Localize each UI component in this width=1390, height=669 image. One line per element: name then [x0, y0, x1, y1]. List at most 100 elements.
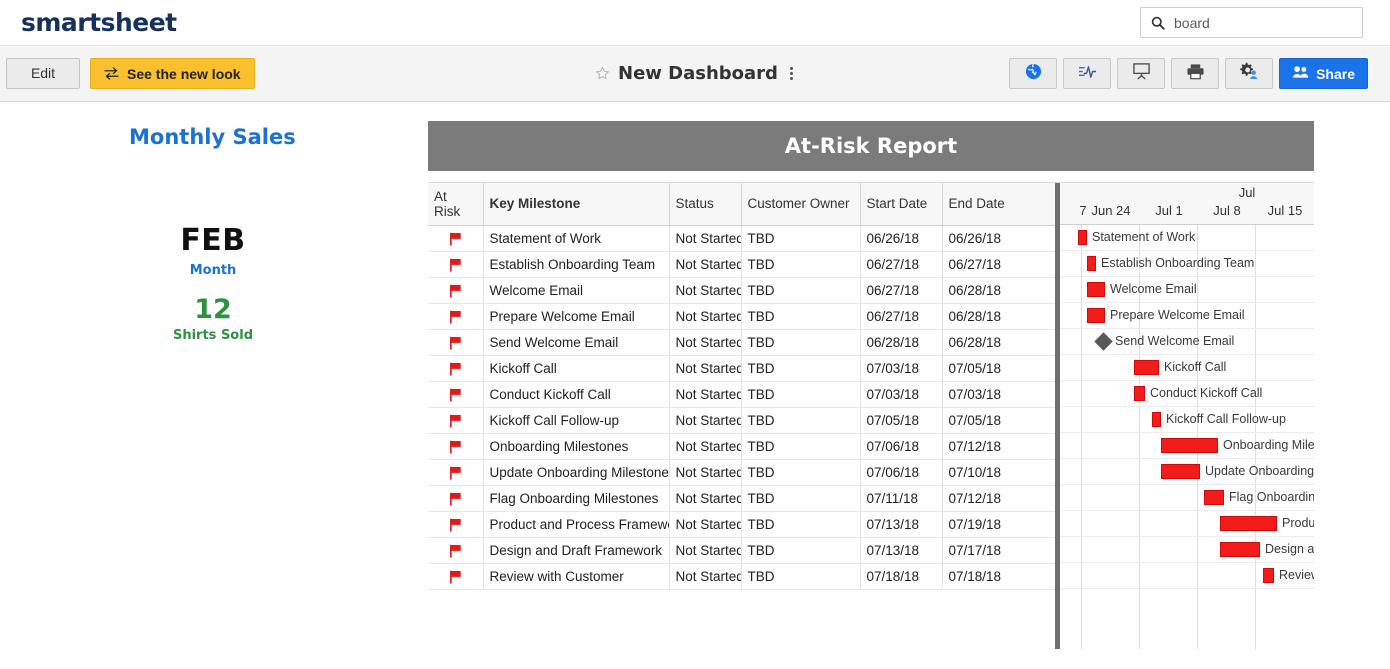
end-date-cell[interactable]: 07/12/18 — [942, 485, 1056, 512]
gantt-bar[interactable] — [1087, 256, 1096, 271]
start-date-cell[interactable]: 06/28/18 — [860, 329, 943, 356]
end-date-cell[interactable]: 07/03/18 — [942, 381, 1056, 408]
at-risk-flag-cell[interactable] — [428, 329, 484, 356]
status-cell[interactable]: Not Started — [669, 251, 742, 278]
table-row[interactable]: Kickoff Call Follow-up Not Started TBD 07/0… — [428, 407, 1056, 434]
at-risk-flag-cell[interactable] — [428, 381, 484, 408]
status-cell[interactable]: Not Started — [669, 563, 742, 590]
at-risk-flag-cell[interactable] — [428, 251, 484, 278]
gantt-bar[interactable] — [1263, 568, 1274, 583]
at-risk-flag-cell[interactable] — [428, 433, 484, 460]
end-date-cell[interactable]: 07/10/18 — [942, 459, 1056, 486]
end-date-cell[interactable]: 06/28/18 — [942, 303, 1056, 330]
table-row[interactable]: Establish Onboarding Team Not Started TBD 0… — [428, 251, 1056, 278]
start-date-cell[interactable]: 06/27/18 — [860, 251, 943, 278]
column-header-at-risk[interactable]: At Risk — [428, 183, 484, 226]
owner-cell[interactable]: TBD — [741, 433, 861, 460]
end-date-cell[interactable]: 06/28/18 — [942, 329, 1056, 356]
table-row[interactable]: Product and Process Framework Not Started… — [428, 511, 1056, 538]
milestone-cell[interactable]: Welcome Email — [483, 277, 670, 304]
status-cell[interactable]: Not Started — [669, 303, 742, 330]
table-row[interactable]: Prepare Welcome Email Not Started TBD 06/27… — [428, 303, 1056, 330]
owner-cell[interactable]: TBD — [741, 381, 861, 408]
gantt-bar[interactable] — [1220, 542, 1260, 557]
gantt-bar[interactable] — [1087, 282, 1105, 297]
table-row[interactable]: Kickoff Call Not Started TBD 07/03/18 07/05/… — [428, 355, 1056, 382]
owner-cell[interactable]: TBD — [741, 511, 861, 538]
gantt-milestone-marker[interactable] — [1094, 332, 1113, 351]
owner-cell[interactable]: TBD — [741, 459, 861, 486]
column-header-start-date[interactable]: Start Date — [860, 183, 943, 226]
table-row[interactable]: Flag Onboarding Milestones Not Started TBD… — [428, 485, 1056, 512]
column-header-end-date[interactable]: End Date — [942, 183, 1056, 226]
table-row[interactable]: Review with Customer Not Started TBD 07/18/… — [428, 563, 1056, 590]
owner-cell[interactable]: TBD — [741, 251, 861, 278]
status-cell[interactable]: Not Started — [669, 277, 742, 304]
milestone-cell[interactable]: Flag Onboarding Milestones — [483, 485, 670, 512]
at-risk-flag-cell[interactable] — [428, 277, 484, 304]
status-cell[interactable]: Not Started — [669, 381, 742, 408]
search-box[interactable] — [1140, 7, 1363, 38]
end-date-cell[interactable]: 06/27/18 — [942, 251, 1056, 278]
status-cell[interactable]: Not Started — [669, 459, 742, 486]
table-row[interactable]: Statement of Work Not Started TBD 06/26/18 0… — [428, 225, 1056, 252]
owner-cell[interactable]: TBD — [741, 563, 861, 590]
presentation-button[interactable] — [1117, 58, 1166, 89]
star-outline-icon[interactable] — [595, 66, 610, 81]
milestone-cell[interactable]: Kickoff Call Follow-up — [483, 407, 670, 434]
end-date-cell[interactable]: 07/05/18 — [942, 355, 1056, 382]
gantt-bar[interactable] — [1204, 490, 1224, 505]
at-risk-flag-cell[interactable] — [428, 511, 484, 538]
gantt-bar[interactable] — [1134, 360, 1159, 375]
status-cell[interactable]: Not Started — [669, 329, 742, 356]
milestone-cell[interactable]: Product and Process Framework — [483, 511, 670, 538]
table-row[interactable]: Update Onboarding Milestones Not Started T… — [428, 459, 1056, 486]
share-button[interactable]: Share — [1279, 58, 1368, 89]
table-row[interactable]: Send Welcome Email Not Started TBD 06/28/18… — [428, 329, 1056, 356]
start-date-cell[interactable]: 06/26/18 — [860, 225, 943, 252]
column-header-customer-owner[interactable]: Customer Owner — [741, 183, 861, 226]
owner-cell[interactable]: TBD — [741, 303, 861, 330]
end-date-cell[interactable]: 06/26/18 — [942, 225, 1056, 252]
gantt-bar[interactable] — [1161, 464, 1200, 479]
owner-cell[interactable]: TBD — [741, 407, 861, 434]
owner-cell[interactable]: TBD — [741, 225, 861, 252]
grid-gantt-splitter[interactable] — [1055, 183, 1060, 649]
owner-cell[interactable]: TBD — [741, 277, 861, 304]
at-risk-flag-cell[interactable] — [428, 407, 484, 434]
milestone-cell[interactable]: Send Welcome Email — [483, 329, 670, 356]
permissions-button[interactable] — [1225, 58, 1274, 89]
start-date-cell[interactable]: 06/27/18 — [860, 303, 943, 330]
status-cell[interactable]: Not Started — [669, 433, 742, 460]
status-cell[interactable]: Not Started — [669, 511, 742, 538]
edit-button[interactable]: Edit — [6, 58, 80, 89]
at-risk-flag-cell[interactable] — [428, 563, 484, 590]
at-risk-flag-cell[interactable] — [428, 355, 484, 382]
start-date-cell[interactable]: 06/27/18 — [860, 277, 943, 304]
start-date-cell[interactable]: 07/06/18 — [860, 433, 943, 460]
gantt-bar[interactable] — [1087, 308, 1105, 323]
milestone-cell[interactable]: Conduct Kickoff Call — [483, 381, 670, 408]
at-risk-flag-cell[interactable] — [428, 225, 484, 252]
print-button[interactable] — [1171, 58, 1220, 89]
end-date-cell[interactable]: 07/18/18 — [942, 563, 1056, 590]
end-date-cell[interactable]: 07/12/18 — [942, 433, 1056, 460]
milestone-cell[interactable]: Update Onboarding Milestones — [483, 459, 670, 486]
start-date-cell[interactable]: 07/03/18 — [860, 381, 943, 408]
milestone-cell[interactable]: Establish Onboarding Team — [483, 251, 670, 278]
start-date-cell[interactable]: 07/18/18 — [860, 563, 943, 590]
start-date-cell[interactable]: 07/11/18 — [860, 485, 943, 512]
kebab-menu-icon[interactable] — [786, 65, 797, 82]
end-date-cell[interactable]: 07/17/18 — [942, 537, 1056, 564]
status-cell[interactable]: Not Started — [669, 485, 742, 512]
start-date-cell[interactable]: 07/13/18 — [860, 511, 943, 538]
milestone-cell[interactable]: Design and Draft Framework — [483, 537, 670, 564]
owner-cell[interactable]: TBD — [741, 537, 861, 564]
report-grid-container[interactable]: At Risk Key Milestone Status Customer Own… — [428, 182, 1314, 649]
column-header-key-milestone[interactable]: Key Milestone — [483, 183, 670, 226]
milestone-cell[interactable]: Kickoff Call — [483, 355, 670, 382]
milestone-cell[interactable]: Review with Customer — [483, 563, 670, 590]
at-risk-flag-cell[interactable] — [428, 459, 484, 486]
end-date-cell[interactable]: 06/28/18 — [942, 277, 1056, 304]
end-date-cell[interactable]: 07/05/18 — [942, 407, 1056, 434]
